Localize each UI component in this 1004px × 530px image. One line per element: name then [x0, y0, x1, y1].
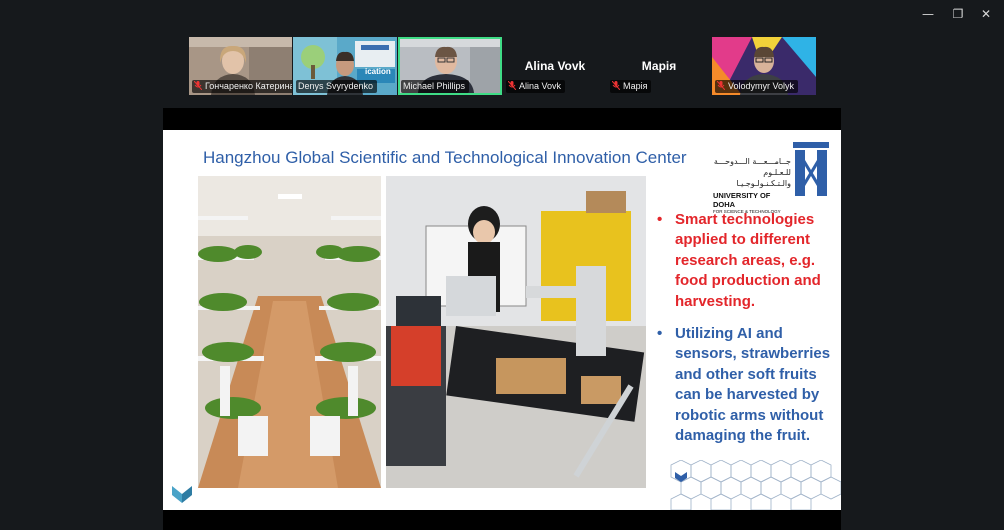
participant-name-label: Alina Vovk [506, 80, 566, 93]
participant-tile[interactable]: Alina Vovk Alina Vovk [503, 37, 607, 95]
mic-muted-icon [508, 81, 516, 90]
bullet-item: • Utilizing AI and sensors, strawberries… [655, 324, 831, 446]
participant-tile-active[interactable]: Michael Phillips [398, 37, 502, 95]
brand-logo-icon [172, 486, 192, 503]
mic-muted-icon [194, 81, 202, 90]
participant-name-label: Volodymyr Volyk [715, 80, 799, 93]
participant-display-name: Alina Vovk [524, 59, 586, 73]
bullet-text: Smart technologies applied to different … [675, 211, 821, 310]
presentation-slide: Hangzhou Global Scientific and Technolog… [163, 130, 841, 510]
participant-display-name: Марія [641, 59, 677, 73]
university-emblem-icon [793, 142, 829, 196]
participant-name-label: Гончаренко Катерина... [192, 80, 292, 93]
mic-muted-icon [717, 81, 725, 90]
slide-title: Hangzhou Global Scientific and Technolog… [203, 148, 687, 167]
university-name-arabic-sub: للـعـلـوم والـتـكـنـولـوجـيـا [736, 168, 791, 188]
bullet-dot: • [657, 211, 663, 228]
close-button[interactable]: ✕ [976, 6, 996, 22]
bullet-dot: • [657, 325, 663, 343]
screen-share-area: Hangzhou Global Scientific and Technolog… [163, 108, 841, 530]
restore-button[interactable]: ❐ [948, 6, 968, 22]
participant-name-label: Denys Svyrydenko [296, 80, 378, 93]
minimize-button[interactable]: — [918, 6, 938, 22]
vertical-farm-photo [198, 176, 381, 488]
hexagon-pattern-decoration [670, 460, 841, 510]
participant-tile[interactable]: Гончаренко Катерина... [189, 37, 292, 95]
university-logo-text: جــامـــعـــة الـــدوحـــة للـعـلـوم وال… [713, 156, 791, 214]
poster-text: ication [365, 67, 391, 76]
mic-muted-icon [612, 81, 620, 90]
participant-name-label: Michael Phillips [401, 80, 470, 93]
university-name-english: UNIVERSITY OF DOHA [713, 191, 771, 209]
participant-tile[interactable]: Volodymyr Volyk [712, 37, 816, 95]
participant-name-label: Марія [610, 80, 652, 93]
slide-bullet-list: • Smart technologies applied to differen… [655, 210, 831, 458]
robotic-harvester-photo [386, 176, 646, 488]
participant-tile[interactable]: Марія Марія [607, 37, 711, 95]
bullet-item: • Smart technologies applied to differen… [655, 210, 831, 312]
bullet-text: Utilizing AI and sensors, strawberries a… [675, 325, 831, 445]
university-name-arabic: جــامـــعـــة الـــدوحـــة [713, 157, 791, 166]
participant-tile[interactable]: ication Denys Svyrydenko [293, 37, 397, 95]
